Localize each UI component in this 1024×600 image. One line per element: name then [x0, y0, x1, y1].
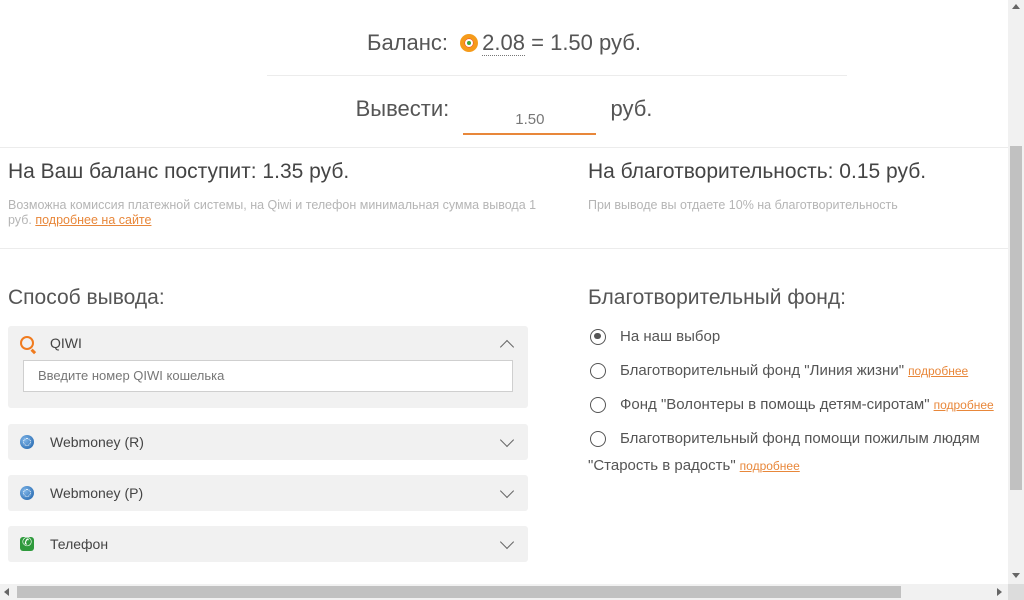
charity-option-label: На наш выбор: [620, 328, 721, 345]
method-phone-header[interactable]: Телефон: [8, 526, 528, 562]
charity-more-link[interactable]: подробнее: [908, 364, 968, 378]
balance-rub: = 1.50 руб.: [531, 30, 641, 55]
charity-option-our-choice[interactable]: На наш выбор: [590, 328, 720, 345]
scroll-up-icon[interactable]: [1012, 4, 1020, 9]
more-on-site-link[interactable]: подробнее на сайте: [35, 213, 151, 227]
scrollbar-corner: [1008, 584, 1024, 600]
chevron-up-icon[interactable]: [499, 339, 515, 355]
withdraw-amount-input[interactable]: 1.50: [463, 105, 597, 135]
webmoney-icon: [20, 486, 34, 500]
method-qiwi[interactable]: QIWI Введите номер QIWI кошелька: [8, 326, 528, 408]
scroll-left-icon[interactable]: [4, 588, 9, 596]
qiwi-wallet-input[interactable]: Введите номер QIWI кошелька: [23, 360, 513, 392]
balance-coins[interactable]: 2.08: [482, 30, 525, 56]
scroll-thumb[interactable]: [1010, 146, 1022, 490]
charity-option-elderly[interactable]: Благотворительный фонд помощи пожилым лю…: [590, 430, 980, 447]
method-webmoney-r-header[interactable]: Webmoney (R): [8, 424, 528, 460]
scroll-right-icon[interactable]: [997, 588, 1002, 596]
divider: [267, 75, 847, 76]
method-qiwi-header[interactable]: QIWI: [8, 326, 528, 360]
horizontal-scrollbar[interactable]: [0, 584, 1008, 600]
radio[interactable]: [590, 430, 606, 447]
chevron-down-icon[interactable]: [499, 534, 515, 550]
withdraw-row: Вывести: 1.50 руб.: [0, 96, 1008, 135]
charity-option-orphans[interactable]: Фонд "Волонтеры в помощь детям-сиротам" …: [590, 396, 994, 413]
receive-title: На Ваш баланс поступит: 1.35 руб.: [8, 160, 350, 183]
balance-row: Баланс: 2.08 = 1.50 руб.: [0, 30, 1008, 56]
method-label: QIWI: [50, 335, 82, 351]
coin-icon: [460, 34, 479, 52]
charity-more-link[interactable]: подробнее: [934, 398, 994, 412]
method-label: Webmoney (R): [50, 434, 144, 450]
radio[interactable]: [590, 396, 606, 413]
charity-amount-title: На благотворительность: 0.15 руб.: [588, 160, 927, 183]
method-webmoney-p-header[interactable]: Webmoney (P): [8, 475, 528, 511]
method-label: Телефон: [50, 536, 109, 552]
withdraw-currency: руб.: [610, 96, 653, 121]
charity-option-label-cont: "Старость в радость": [588, 457, 736, 474]
radio-checked[interactable]: [590, 328, 606, 345]
scroll-thumb[interactable]: [17, 586, 901, 598]
withdraw-label: Вывести:: [355, 96, 450, 121]
divider: [0, 147, 1008, 148]
receive-note: Возможна комиссия платежной системы, на …: [8, 198, 538, 228]
charity-option-elderly-cont: "Старость в радость" подробнее: [588, 457, 800, 474]
chevron-down-icon[interactable]: [499, 483, 515, 499]
charity-note: При выводе вы отдаете 10% на благотворит…: [588, 198, 898, 212]
method-label: Webmoney (P): [50, 485, 144, 501]
method-webmoney-r[interactable]: Webmoney (R): [8, 424, 528, 460]
balance-label: Баланс:: [367, 30, 449, 55]
charity-option-label: Благотворительный фонд "Линия жизни": [620, 362, 905, 379]
charity-option-label: Фонд "Волонтеры в помощь детям-сиротам": [620, 396, 930, 413]
charity-option-label: Благотворительный фонд помощи пожилым лю…: [620, 430, 980, 447]
phone-icon: [20, 535, 34, 551]
charity-more-link[interactable]: подробнее: [740, 459, 800, 473]
charity-title: Благотворительный фонд:: [588, 286, 846, 309]
chevron-down-icon[interactable]: [499, 432, 515, 448]
charity-option-lifeline[interactable]: Благотворительный фонд "Линия жизни" под…: [590, 362, 968, 379]
method-webmoney-p[interactable]: Webmoney (P): [8, 475, 528, 511]
vertical-scrollbar[interactable]: [1008, 0, 1024, 584]
withdraw-panel: Баланс: 2.08 = 1.50 руб. Вывести: 1.50 р…: [0, 0, 1008, 584]
qiwi-icon: [20, 336, 34, 350]
scroll-down-icon[interactable]: [1012, 573, 1020, 578]
radio[interactable]: [590, 362, 606, 379]
divider: [0, 248, 1008, 249]
webmoney-icon: [20, 435, 34, 449]
method-phone[interactable]: Телефон: [8, 526, 528, 562]
methods-title: Способ вывода:: [8, 286, 165, 309]
